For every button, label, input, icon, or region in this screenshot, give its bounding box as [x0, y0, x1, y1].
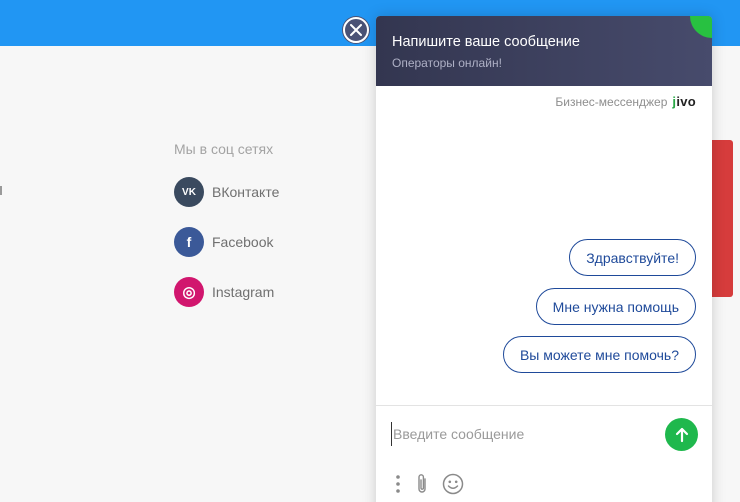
more-vertical-icon — [396, 475, 400, 493]
quick-reply-can-you-help[interactable]: Вы можете мне помочь? — [502, 336, 696, 373]
quick-reply-need-help[interactable]: Мне нужна помощь — [535, 288, 696, 325]
social-title: Мы в соц сетях — [174, 141, 274, 157]
vk-icon: VK — [174, 177, 204, 207]
social-links-section: Мы в соц сетях VK ВКонтакте f Facebook ◎… — [174, 141, 279, 327]
message-input[interactable] — [391, 422, 651, 446]
composer-divider — [376, 405, 712, 406]
jivo-logo: jivo — [672, 94, 696, 109]
social-label-instagram: Instagram — [212, 284, 275, 300]
more-options-button[interactable] — [392, 472, 404, 496]
social-link-instagram[interactable]: ◎ Instagram — [174, 277, 279, 307]
quick-reply-hello[interactable]: Здравствуйте! — [569, 239, 696, 276]
emoji-icon — [442, 473, 464, 495]
paperclip-icon — [418, 474, 426, 493]
chat-widget: Напишите ваше сообщение Операторы онлайн… — [376, 16, 712, 502]
send-arrow-icon — [675, 427, 688, 442]
jivo-logo-rest: ivo — [676, 94, 696, 109]
facebook-icon: f — [174, 227, 204, 257]
close-chat-button[interactable] — [343, 17, 369, 43]
social-link-facebook[interactable]: f Facebook — [174, 227, 279, 257]
send-button[interactable] — [665, 418, 698, 451]
chat-header-title: Напишите ваше сообщение — [392, 34, 580, 50]
social-link-vk[interactable]: VK ВКонтакте — [174, 177, 279, 207]
branding-text: Бизнес-мессенджер — [555, 94, 668, 109]
chat-header: Напишите ваше сообщение Операторы онлайн… — [376, 16, 712, 86]
social-label-vk: ВКонтакте — [212, 184, 280, 200]
close-icon — [350, 24, 362, 36]
emoji-button[interactable] — [441, 472, 465, 496]
branding[interactable]: Бизнес-мессенджер jivo — [555, 94, 696, 109]
instagram-icon: ◎ — [174, 277, 204, 307]
social-label-facebook: Facebook — [212, 234, 274, 250]
left-edge-fragment — [0, 186, 2, 195]
attach-file-button[interactable] — [413, 472, 431, 496]
chat-header-subtitle: Операторы онлайн! — [392, 56, 502, 70]
